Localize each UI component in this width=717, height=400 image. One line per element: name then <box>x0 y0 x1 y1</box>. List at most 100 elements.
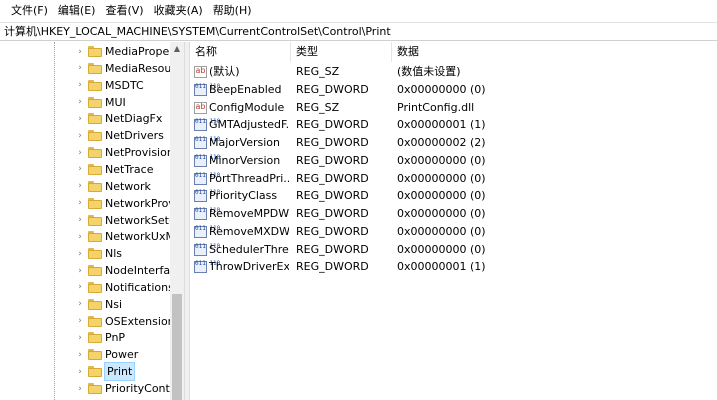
tree-item[interactable]: › MUI <box>0 94 172 111</box>
folder-icon <box>88 231 102 243</box>
value-type: REG_DWORD <box>296 153 369 167</box>
tree-item[interactable]: › NetTrace <box>0 161 172 178</box>
value-row[interactable]: 011 110 RemoveMPDW REG_DWORD 0x00000000 (0) <box>190 205 717 223</box>
value-type: REG_DWORD <box>296 171 369 185</box>
chevron-right-icon[interactable]: › <box>75 144 85 161</box>
chevron-right-icon[interactable]: › <box>75 262 85 279</box>
chevron-right-icon[interactable]: › <box>75 313 85 330</box>
tree-item-label: Nsi <box>105 297 123 311</box>
tree-scroll-thumb[interactable] <box>172 294 182 400</box>
chevron-right-icon[interactable]: › <box>75 178 85 195</box>
folder-icon <box>88 113 102 125</box>
menu-file[interactable]: 文件(F) <box>6 0 53 22</box>
menu-edit[interactable]: 编辑(E) <box>53 0 101 22</box>
column-header-type[interactable]: 类型 <box>291 42 392 62</box>
tree-item[interactable]: › Network <box>0 178 172 195</box>
folder-icon <box>88 180 102 192</box>
folder-icon <box>88 265 102 277</box>
tree-item[interactable]: › MSDTC <box>0 77 172 94</box>
folder-icon <box>88 46 102 57</box>
chevron-right-icon[interactable]: › <box>75 43 85 60</box>
tree-item-label: MUI <box>105 95 126 109</box>
chevron-right-icon[interactable]: › <box>75 110 85 127</box>
value-type: REG_DWORD <box>296 82 369 96</box>
dword-value-icon: 011 110 <box>194 190 220 203</box>
tree-item[interactable]: › MediaResour <box>0 60 172 77</box>
tree-item[interactable]: › Nls <box>0 245 172 262</box>
tree-item[interactable]: › NodeInterfac <box>0 262 172 279</box>
column-header-data[interactable]: 数据 <box>392 42 512 62</box>
tree-item[interactable]: › MediaProper <box>0 43 172 60</box>
column-header-name[interactable]: 名称 <box>190 42 291 62</box>
tree-item[interactable]: › PnP <box>0 329 172 346</box>
tree-item[interactable]: › NetDrivers <box>0 127 172 144</box>
chevron-right-icon[interactable]: › <box>75 127 85 144</box>
tree-item[interactable]: › Nsi <box>0 296 172 313</box>
chevron-right-icon[interactable]: › <box>75 94 85 111</box>
value-name: MinorVersion <box>209 153 281 167</box>
chevron-right-icon[interactable]: › <box>75 245 85 262</box>
dword-value-icon: 011 110 <box>194 119 220 132</box>
folder-icon <box>88 163 102 175</box>
chevron-right-icon[interactable]: › <box>75 329 85 346</box>
tree-item[interactable]: › NetProvision <box>0 144 172 161</box>
value-row[interactable]: 011 110SchedulerThre... REG_DWORD 0x000000… <box>190 241 717 259</box>
tree-item[interactable]: › NetDiagFx <box>0 110 172 127</box>
chevron-right-icon[interactable]: › <box>75 363 85 380</box>
value-data: PrintConfig.dll <box>397 100 475 114</box>
tree-item[interactable]: › OSExtensionI <box>0 313 172 330</box>
value-row[interactable]: ab ConfigModule REG_SZ PrintConfig.dll <box>190 99 717 117</box>
tree-item-label: NetworkUxM <box>105 230 171 244</box>
tree-scrollbar[interactable]: ▲ <box>170 42 184 400</box>
chevron-right-icon[interactable]: › <box>75 346 85 363</box>
tree-item[interactable]: › PriorityContro <box>0 380 172 397</box>
tree-item[interactable]: › NetworkProv <box>0 195 172 212</box>
chevron-right-icon[interactable]: › <box>75 228 85 245</box>
chevron-right-icon[interactable]: › <box>75 161 85 178</box>
tree-item-label: PriorityContro <box>105 382 171 395</box>
value-row[interactable]: 011 110 GMTAdjustedF... REG_DWORD 0x0000000… <box>190 116 717 134</box>
tree-item[interactable]: › Notifications <box>0 279 172 296</box>
scroll-up-arrow-icon[interactable]: ▲ <box>170 42 184 54</box>
folder-icon <box>88 130 102 142</box>
value-row[interactable]: 011 110 PriorityClass REG_DWORD 0x00000000 … <box>190 187 717 205</box>
chevron-right-icon[interactable]: › <box>75 77 85 94</box>
folder-icon <box>88 96 102 108</box>
value-row[interactable]: 011 110 RemoveMXDW REG_DWORD 0x00000000 (0) <box>190 223 717 241</box>
value-row[interactable]: 011 110ThrowDriverEx... REG_DWORD 0x000000… <box>190 258 717 276</box>
chevron-right-icon[interactable]: › <box>75 212 85 229</box>
chevron-right-icon[interactable]: › <box>75 195 85 212</box>
dword-value-icon: 011 110 <box>194 154 220 167</box>
chevron-right-icon[interactable]: › <box>75 279 85 296</box>
tree-item[interactable]: › NetworkUxM <box>0 228 172 245</box>
menu-favorites[interactable]: 收藏夹(A) <box>149 0 208 22</box>
tree-item-label: Print <box>103 362 136 382</box>
value-name: BeepEnabled <box>209 82 282 96</box>
values-header: 名称 类型 数据 <box>190 42 717 62</box>
chevron-right-icon[interactable]: › <box>75 296 85 313</box>
folder-icon <box>88 383 102 394</box>
value-data: 0x00000000 (0) <box>397 171 486 185</box>
value-type: REG_DWORD <box>296 242 369 256</box>
tree-item[interactable]: › NetworkSetu <box>0 212 172 229</box>
value-type: REG_DWORD <box>296 136 369 149</box>
chevron-right-icon[interactable]: › <box>75 380 85 397</box>
tree-item-label: Notifications <box>105 280 171 294</box>
dword-value-icon: 011 110 <box>194 261 220 274</box>
tree-item[interactable]: › Power <box>0 346 172 363</box>
value-row[interactable]: 011 110 MinorVersion REG_DWORD 0x00000000 (… <box>190 152 717 170</box>
value-row[interactable]: 011 110 MajorVersion REG_DWORD 0x00000002 (… <box>190 134 717 152</box>
dword-value-icon: 011 110 <box>194 208 220 220</box>
dword-value-icon: 011 110 <box>194 243 220 256</box>
value-row[interactable]: 011 110 BeepEnabled REG_DWORD 0x00000000 (0… <box>190 81 717 99</box>
tree-item[interactable]: › Print <box>0 362 172 382</box>
menu-view[interactable]: 查看(V) <box>100 0 148 22</box>
value-type: REG_DWORD <box>296 224 369 238</box>
value-type: REG_DWORD <box>296 118 369 132</box>
chevron-right-icon[interactable]: › <box>75 60 85 77</box>
address-bar[interactable]: 计算机\HKEY_LOCAL_MACHINE\SYSTEM\CurrentCon… <box>0 22 717 41</box>
value-row[interactable]: ab (默认) REG_SZ (数值未设置) <box>190 63 717 81</box>
menu-help[interactable]: 帮助(H) <box>208 0 257 22</box>
value-data: 0x00000000 (0) <box>397 82 486 96</box>
value-row[interactable]: 011 110 PortThreadPri... REG_DWORD 0x000000… <box>190 170 717 188</box>
